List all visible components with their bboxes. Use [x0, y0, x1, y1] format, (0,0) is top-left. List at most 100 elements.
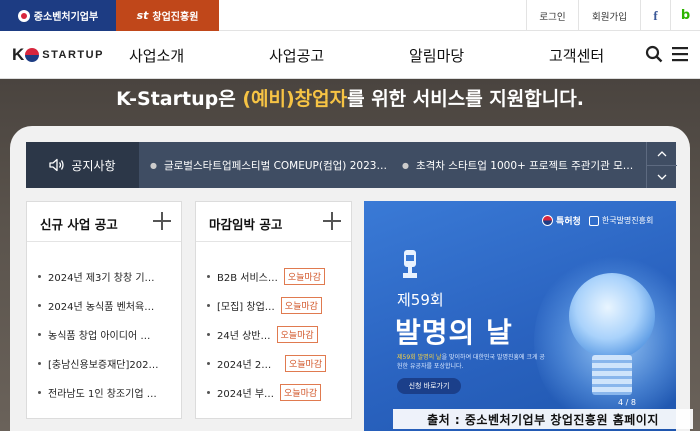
speaker-icon — [49, 158, 65, 172]
kipo-logo-text: 특허청 — [556, 217, 581, 227]
notice-label-text: 공지사항 — [71, 158, 116, 173]
list-item-text: 2024년 2월… — [217, 360, 279, 371]
source-caption: 출처 : 중소벤처기업부 창업진흥원 홈페이지 — [393, 409, 693, 429]
top-links: 로그인 회원가입 f b — [526, 0, 700, 31]
kised-logo-mark: st — [136, 9, 149, 22]
deadline-list: B2B 서비스… 오늘마감 [모집] 창업… 오늘마감 24년 상반… 오늘마감 20… — [196, 262, 351, 407]
login-link[interactable]: 로그인 — [526, 0, 578, 31]
plus-icon[interactable] — [323, 212, 341, 230]
bullet-icon — [207, 275, 210, 278]
kipo-logo: 특허청 — [542, 214, 581, 227]
notice-item[interactable]: ● 초격차 스타트업 1000+ 프로젝트 주관기관 모… — [402, 142, 640, 188]
page: 중소벤처기업부 st 창업진흥원 로그인 회원가입 f b K STARTUP … — [0, 0, 700, 431]
bullet-icon — [38, 391, 41, 394]
banner-description: 제59회 발명의 날을 맞이하여 대한민국 발명진흥에 크게 공헌한 유공자를 … — [397, 353, 547, 371]
mss-link[interactable]: 중소벤처기업부 — [0, 0, 116, 31]
list-item-text: 24년 상반… — [217, 331, 271, 342]
taeguk-icon — [542, 215, 553, 226]
list-item[interactable]: 24년 상반… 오늘마감 — [196, 320, 351, 349]
list-item-text: 2024년 제3기 창창 기… — [48, 273, 155, 284]
bullet-icon — [207, 362, 210, 365]
list-item-text: 2024년 농식품 벤처육… — [48, 302, 155, 313]
logo-text: STARTUP — [42, 49, 104, 61]
notice-item[interactable]: ● 글로벌스타트업페스티벌 COMEUP(컴업) 2023… — [150, 142, 395, 188]
banner-title: 발명의 날 — [395, 316, 513, 349]
menu-business-intro[interactable]: 사업소개 — [129, 45, 184, 66]
list-item-text: 2024년 부… — [217, 389, 275, 400]
banner-edition: 제59회 — [397, 291, 444, 309]
bullet-icon — [207, 304, 210, 307]
search-icon[interactable] — [645, 45, 663, 63]
notice-item-text: 글로벌스타트업페스티벌 COMEUP(컴업) 2023… — [163, 159, 387, 172]
list-item[interactable]: 농식품 창업 아이디어 … — [27, 320, 181, 349]
list-item-text: B2B 서비스… — [217, 273, 278, 284]
list-item[interactable]: [충남신용보증재단]202… — [27, 349, 181, 378]
menu-news[interactable]: 알림마당 — [409, 45, 464, 66]
menu-customer-center[interactable]: 고객센터 — [549, 45, 604, 66]
notice-list: 2024년 제3기 창창 기… 2024년 농식품 벤처육… 농식품 창업 아이… — [27, 262, 181, 407]
facebook-icon[interactable]: f — [640, 0, 670, 31]
bullet-icon: ● — [402, 160, 409, 170]
notice-item-text: 초격차 스타트업 1000+ 프로젝트 주관기관 모… — [415, 159, 634, 172]
panel-title: 마감임박 공고 — [209, 217, 283, 232]
deadline-badge: 오늘마감 — [276, 326, 318, 343]
banner-pagination: 4 / 8 — [618, 398, 636, 407]
plus-icon[interactable] — [153, 212, 171, 230]
lightbulb-illustration — [569, 273, 655, 359]
panel-header: 신규 사업 공고 — [27, 202, 181, 242]
list-item[interactable]: B2B 서비스… 오늘마감 — [196, 262, 351, 291]
list-item[interactable]: 2024년 농식품 벤처육… — [27, 291, 181, 320]
promo-banner[interactable]: 특허청 한국발명진흥회 제59회 발명의 날 제59회 발명의 날을 맞이하여 … — [364, 201, 676, 431]
hamburger-menu-icon[interactable] — [671, 45, 689, 63]
banner-logos: 특허청 한국발명진흥회 — [542, 214, 653, 227]
taeguk-icon — [25, 48, 40, 62]
notice-bar: 공지사항 ● 글로벌스타트업페스티벌 COMEUP(컴업) 2023… ● 초격… — [26, 142, 677, 188]
kipa-mark-icon — [588, 215, 599, 226]
trophy-icon — [403, 250, 417, 278]
deadline-badge: 오늘마감 — [283, 268, 325, 285]
list-item-text: [충남신용보증재단]202… — [48, 360, 159, 371]
bullet-icon — [207, 391, 210, 394]
top-utility-bar: 중소벤처기업부 st 창업진흥원 로그인 회원가입 f b — [0, 0, 700, 31]
list-item[interactable]: 2024년 2월… 오늘마감 — [196, 349, 351, 378]
notice-arrows — [646, 142, 677, 188]
bullet-icon — [207, 333, 210, 336]
k-startup-logo[interactable]: K STARTUP — [12, 43, 104, 67]
bullet-icon — [38, 275, 41, 278]
list-item-text: [모집] 창업… — [217, 302, 275, 313]
logo-k: K — [12, 45, 25, 64]
deadline-badge: 오늘마감 — [285, 355, 327, 372]
chevron-up-icon[interactable] — [647, 142, 677, 165]
hero-title-pre: K-Startup은 — [116, 88, 243, 110]
government-emblem-icon — [17, 9, 30, 22]
new-notice-panel: 신규 사업 공고 2024년 제3기 창창 기… 2024년 농식품 벤처육… … — [26, 201, 182, 419]
join-link[interactable]: 회원가입 — [578, 0, 640, 31]
banner-desc-highlight: 제59회 발명의 날 — [397, 354, 442, 361]
list-item[interactable]: 2024년 제3기 창창 기… — [27, 262, 181, 291]
lightbulb-base — [592, 355, 632, 395]
kipa-logo: 한국발명진흥회 — [588, 215, 654, 226]
chevron-down-icon[interactable] — [647, 165, 677, 188]
list-item-text: 농식품 창업 아이디어 … — [48, 331, 151, 342]
list-item[interactable]: 전라남도 1인 창조기업 … — [27, 378, 181, 407]
bullet-icon — [38, 333, 41, 336]
hero-title-highlight: (예비)창업자 — [242, 88, 348, 110]
bullet-icon: ● — [150, 160, 157, 170]
main-nav: K STARTUP 사업소개 사업공고 알림마당 고객센터 — [0, 31, 700, 79]
menu-business-notice[interactable]: 사업공고 — [269, 45, 324, 66]
list-item[interactable]: [모집] 창업… 오늘마감 — [196, 291, 351, 320]
bullet-icon — [38, 304, 41, 307]
list-item[interactable]: 2024년 부… 오늘마감 — [196, 378, 351, 407]
blog-icon[interactable]: b — [670, 0, 700, 31]
hero-title: K-Startup은 (예비)창업자를 위한 서비스를 지원합니다. — [0, 84, 700, 111]
deadline-badge: 오늘마감 — [280, 384, 322, 401]
panel-header: 마감임박 공고 — [196, 202, 351, 242]
hero-title-post: 를 위한 서비스를 지원합니다. — [347, 88, 584, 110]
kised-link[interactable]: st 창업진흥원 — [116, 0, 219, 31]
deadline-notice-panel: 마감임박 공고 B2B 서비스… 오늘마감 [모집] 창업… 오늘마감 24년 상반… — [195, 201, 352, 419]
deadline-badge: 오늘마감 — [280, 297, 322, 314]
kised-label: 창업진흥원 — [152, 12, 199, 23]
apply-button[interactable]: 신청 바로가기 — [397, 378, 461, 394]
kipa-logo-text: 한국발명진흥회 — [601, 216, 654, 225]
notice-label[interactable]: 공지사항 — [26, 142, 139, 188]
